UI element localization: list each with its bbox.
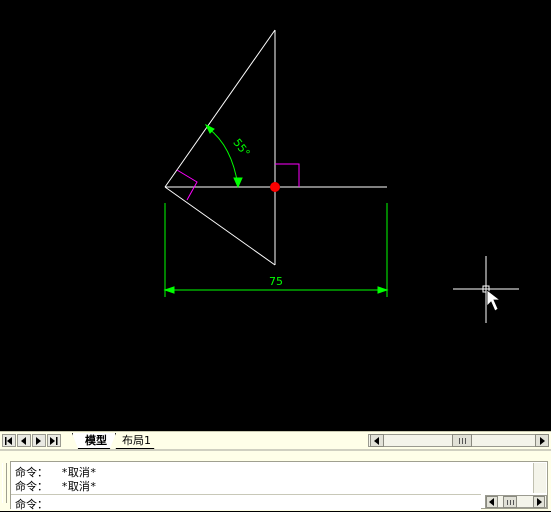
tab-model[interactable]: 模型 — [72, 433, 116, 449]
prev-tab-button[interactable] — [17, 434, 31, 447]
angle-dimension-label: 55° — [230, 136, 252, 159]
upper-slanted-line[interactable] — [164, 29, 276, 188]
command-input[interactable]: 命令： — [11, 494, 481, 511]
command-history: 命令： *取消* 命令： *取消* 命令： — [10, 461, 548, 511]
command-window-grip[interactable] — [2, 463, 7, 503]
last-icon — [50, 437, 58, 445]
scroll-left-button[interactable] — [370, 434, 384, 447]
scroll-right-button[interactable] — [535, 434, 549, 447]
history-scrollbar[interactable] — [533, 463, 546, 493]
arrow-right-icon — [537, 498, 542, 506]
first-icon — [5, 437, 12, 445]
next-icon — [36, 437, 41, 445]
command-window: 命令： *取消* 命令： *取消* 命令： — [0, 449, 551, 511]
scroll-thumb[interactable] — [452, 434, 472, 447]
linear-dimension-label: 75 — [269, 275, 283, 288]
arrow-left-icon — [489, 498, 494, 506]
lower-slanted-line[interactable] — [164, 186, 276, 266]
next-tab-button[interactable] — [32, 434, 46, 447]
prev-icon — [21, 437, 26, 445]
angle-dimension-arc[interactable] — [207, 127, 239, 187]
history-line: 命令： *取消* — [15, 480, 97, 493]
layout-tab-bar: 布局1 模型 — [0, 431, 551, 449]
command-scroll-left-button[interactable] — [486, 496, 498, 508]
crosshair-cursor-icon — [453, 256, 519, 323]
arrow-left-icon — [374, 437, 379, 445]
command-scroll-thumb[interactable] — [503, 496, 517, 508]
drawing-canvas[interactable]: 55° 75 — [0, 0, 551, 431]
right-angle-marker-left — [176, 169, 198, 201]
tab-layout1[interactable]: 布局1 — [110, 433, 160, 449]
last-tab-button[interactable] — [47, 434, 61, 447]
command-scroll-right-button[interactable] — [533, 496, 545, 508]
arrow-right-icon — [540, 437, 545, 445]
command-prompt: 命令： — [15, 498, 48, 511]
first-tab-button[interactable] — [2, 434, 16, 447]
intersection-marker[interactable] — [270, 182, 280, 192]
